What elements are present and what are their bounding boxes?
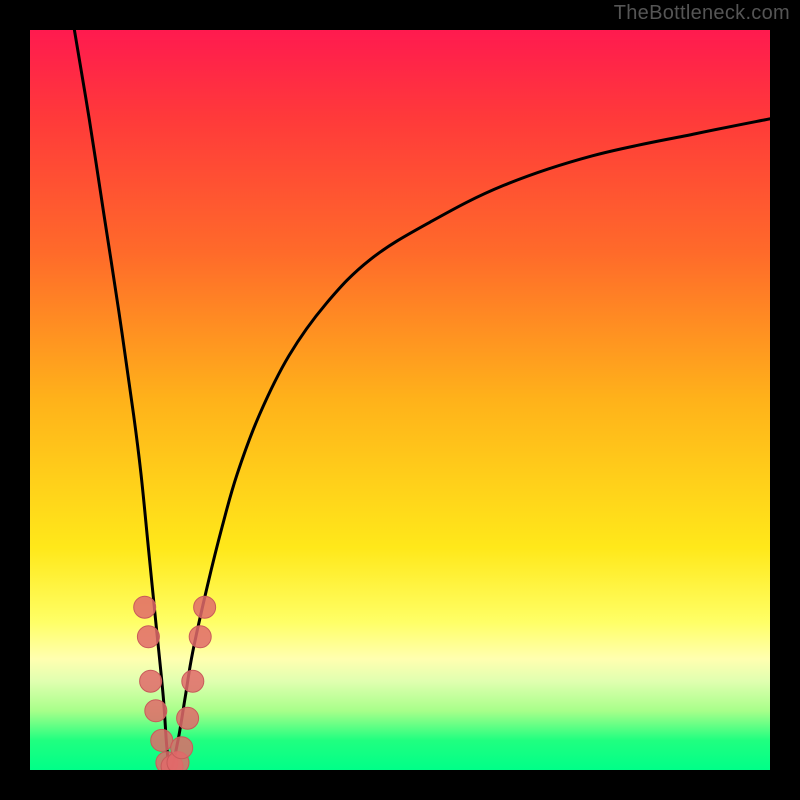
data-marker: [171, 737, 193, 759]
marker-group: [134, 596, 216, 770]
data-marker: [189, 626, 211, 648]
data-marker: [194, 596, 216, 618]
chart-svg: [30, 30, 770, 770]
chart-frame: TheBottleneck.com: [0, 0, 800, 800]
data-marker: [151, 729, 173, 751]
watermark-text: TheBottleneck.com: [614, 2, 790, 25]
data-marker: [140, 670, 162, 692]
data-marker: [134, 596, 156, 618]
data-marker: [182, 670, 204, 692]
data-marker: [137, 626, 159, 648]
data-marker: [145, 700, 167, 722]
bottleneck-curve: [74, 30, 770, 770]
plot-area: [30, 30, 770, 770]
data-marker: [177, 707, 199, 729]
